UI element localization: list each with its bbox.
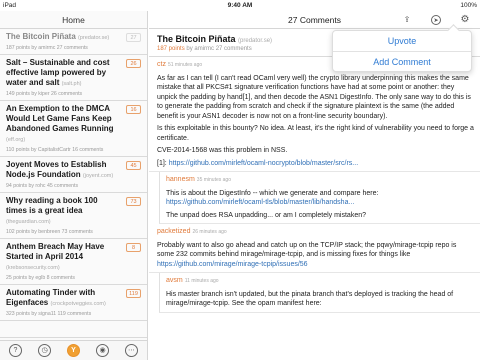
story-meta: 110 points by CapitalistCartr 16 comment… xyxy=(6,147,104,153)
comment-time: 11 minutes ago xyxy=(184,278,219,284)
story-item[interactable]: Salt – Sustainable and cost effective la… xyxy=(0,55,147,101)
story-meta: 149 points by kiper 26 comments xyxy=(6,91,83,97)
comment-reply: hannesm 35 minutes ago This is about the … xyxy=(159,172,480,224)
story-title: Joyent Moves to Establish Node.js Founda… xyxy=(6,160,114,179)
story-title: Automating Tinder with Eigenfaces (crock… xyxy=(6,288,106,307)
more-tab-icon[interactable]: ⋯ xyxy=(125,344,138,357)
comment-text: As far as I can tell (I can't read OCaml… xyxy=(157,74,471,120)
story-item[interactable]: Anthem Breach May Have Started in April … xyxy=(0,239,147,285)
comment-text: Is this exploitable in this bounty? No i… xyxy=(157,125,474,142)
story-item[interactable]: An Exemption to the DMCA Would Let Game … xyxy=(0,101,147,157)
comment-link[interactable]: https://github.com/mirage/mirage-tcpip/i… xyxy=(157,261,308,268)
story-title: The Bitcoin Piñata (predator.se) xyxy=(6,32,110,41)
tab-bar: ? ◷ Y ◉ ⋯ xyxy=(0,340,147,360)
story-item[interactable] xyxy=(0,321,147,338)
add-comment-button[interactable]: Add Comment xyxy=(333,51,471,71)
comment-count-badge[interactable]: 26 xyxy=(126,59,141,68)
comment-author[interactable]: avsm xyxy=(166,277,183,284)
story-item[interactable]: The Bitcoin Piñata (predator.se) 187 poi… xyxy=(0,29,147,55)
comment-link[interactable]: https://github.com/mirleft/ocaml-nocrypt… xyxy=(169,160,358,167)
comment-link[interactable]: https://github.com/mirleft/ocaml-tls/blo… xyxy=(166,199,354,206)
battery-indicator: 100% xyxy=(460,2,477,9)
story-meta: 187 points by amirmc 27 comments xyxy=(6,45,88,51)
action-popover: Upvote Add Comment xyxy=(332,30,472,72)
status-time: 9:40 AM xyxy=(227,2,253,9)
comment-text: CVE-2014-1568 was this problem in NSS. xyxy=(157,147,288,154)
comments-header: 27 Comments ⇪ ➤ ⚙ xyxy=(149,11,480,29)
compass-icon[interactable]: ➤ xyxy=(431,15,441,25)
story-title: Anthem Breach May Have Started in April … xyxy=(6,242,105,271)
story-list-pane: Home The Bitcoin Piñata (predator.se) 18… xyxy=(0,11,148,360)
help-tab-icon[interactable]: ? xyxy=(9,344,22,357)
comment-text: The unpad does RSA unpadding... or am I … xyxy=(166,211,367,219)
upvote-button[interactable]: Upvote xyxy=(333,31,471,51)
comment-time: 51 minutes ago xyxy=(167,62,203,68)
story-meta: 25 points by eglb 8 comments xyxy=(6,275,75,281)
comment-count-badge[interactable]: 73 xyxy=(126,197,141,206)
comment-count-badge[interactable]: 8 xyxy=(126,243,141,252)
comment-author[interactable]: hannesm xyxy=(166,176,195,183)
home-header: Home xyxy=(0,11,147,29)
comment-time: 35 minutes ago xyxy=(196,177,231,183)
profile-tab-icon[interactable]: ◉ xyxy=(96,344,109,357)
comment-count-badge[interactable]: 16 xyxy=(126,105,141,114)
comment-count-badge[interactable]: 45 xyxy=(126,161,141,170)
comment-text: Probably want to also go ahead and catch… xyxy=(157,241,457,268)
recent-tab-icon[interactable]: ◷ xyxy=(38,344,51,357)
comment-count-badge[interactable]: 27 xyxy=(126,33,141,42)
gear-icon[interactable]: ⚙ xyxy=(460,15,470,25)
story-title: Salt – Sustainable and cost effective la… xyxy=(6,58,110,87)
story-item[interactable]: Why reading a book 100 times is a great … xyxy=(0,193,147,239)
comment-reply: avsm 11 minutes ago His master branch isn… xyxy=(159,273,480,313)
story-item[interactable]: Automating Tinder with Eigenfaces (crock… xyxy=(0,285,147,321)
comment-text: His master branch isn't updated, but the… xyxy=(166,290,454,308)
comment-count-badge[interactable]: 119 xyxy=(126,289,141,298)
story-meta: 323 points by signa11 119 comments xyxy=(6,311,92,317)
comment-text: [1]: https://github.com/mirleft/ocaml-no… xyxy=(157,159,359,167)
status-bar: iPad 9:40 AM 100% xyxy=(0,0,480,11)
comment-author[interactable]: ctz xyxy=(157,61,166,68)
comment-text: This is about the DigestInfo -- which we… xyxy=(166,189,379,207)
story-meta: 102 points by benbreen 73 comments xyxy=(6,229,93,235)
story-title: Why reading a book 100 times is a great … xyxy=(6,196,98,225)
comment: packetized 26 minutes ago Probably want t… xyxy=(149,224,480,273)
comment-time: 26 minutes ago xyxy=(192,229,227,235)
comment: ctz 51 minutes ago As far as I can tell (… xyxy=(149,57,480,172)
hacker-news-tab-icon[interactable]: Y xyxy=(67,344,80,357)
story-title: An Exemption to the DMCA Would Let Game … xyxy=(6,104,114,143)
comment-author[interactable]: packetized xyxy=(157,228,190,235)
story-item[interactable]: Joyent Moves to Establish Node.js Founda… xyxy=(0,157,147,193)
story-meta: 94 points by rohc 45 comments xyxy=(6,183,79,189)
share-icon[interactable]: ⇪ xyxy=(402,15,412,25)
